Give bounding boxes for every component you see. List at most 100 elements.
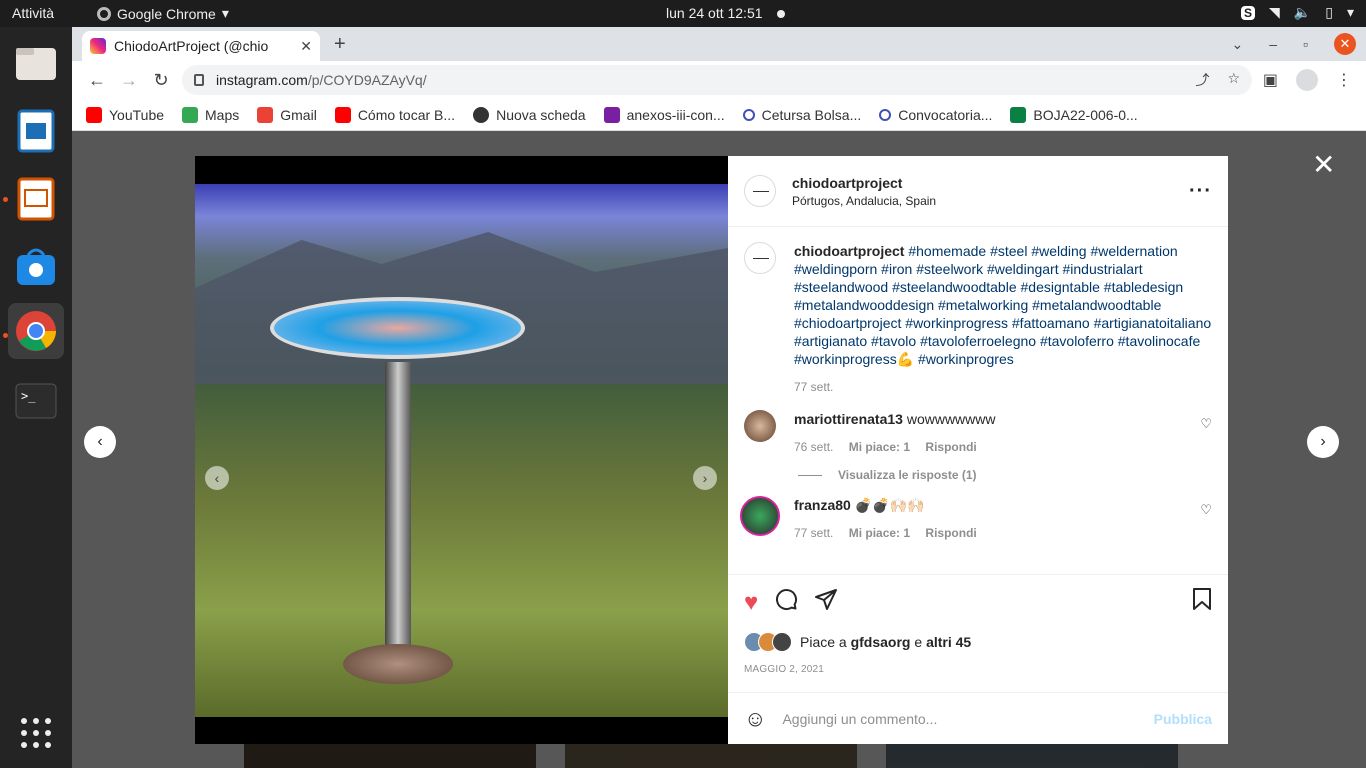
chrome-menu-icon[interactable]: ⋮	[1336, 70, 1352, 90]
terminal-icon[interactable]: >_	[8, 373, 64, 429]
bookmarks-bar: YouTube Maps Gmail Cómo tocar B... Nuova…	[72, 99, 1366, 131]
bookmark-label: Cómo tocar B...	[357, 106, 456, 123]
chrome-dock-icon[interactable]	[8, 303, 64, 359]
clock-text: lun 24 ott 12:51	[666, 5, 763, 21]
junta-andalucia-icon	[1010, 106, 1027, 123]
carousel-next-icon[interactable]: ›	[693, 466, 717, 490]
lock-icon[interactable]	[194, 74, 204, 86]
bookmark-star-icon[interactable]: ☆	[1227, 70, 1240, 90]
show-apps-grid-icon[interactable]	[8, 705, 64, 761]
like-heart-icon[interactable]: ♥	[744, 589, 758, 617]
system-tray[interactable]: S ◥ 🔈 ▯ ▾	[1241, 4, 1354, 21]
share-paper-plane-icon[interactable]	[814, 587, 838, 618]
likes-mid: e	[910, 634, 927, 650]
minimize-button[interactable]: –	[1269, 36, 1277, 52]
close-modal-icon[interactable]: ✕	[1312, 148, 1335, 181]
back-button[interactable]: ←	[82, 65, 112, 95]
comment-username[interactable]: franza80	[794, 497, 851, 513]
gmail-icon	[257, 106, 274, 123]
post-media: ‹ ›	[195, 156, 728, 744]
tab-title: ChiodoArtProject (@chio	[114, 38, 269, 54]
comment-username[interactable]: mariottirenata13	[794, 411, 903, 427]
emoji-picker-icon[interactable]: ☺	[744, 706, 766, 732]
caption-hashtags[interactable]: #homemade #steel #welding #weldernation …	[794, 243, 1211, 367]
carousel-prev-icon[interactable]: ‹	[205, 466, 229, 490]
caret-down-icon: ▾	[221, 5, 229, 21]
close-window-button[interactable]: ✕	[1334, 33, 1356, 55]
bookmark-youtube[interactable]: YouTube	[86, 106, 164, 123]
bookmark-gmail[interactable]: Gmail	[257, 106, 317, 123]
likes-prefix: Piace a	[800, 634, 851, 650]
bookmark-nuova-scheda[interactable]: Nuova scheda	[473, 106, 586, 123]
libreoffice-impress-icon[interactable]	[8, 171, 64, 227]
dock: >_	[0, 27, 72, 768]
youtube-icon	[86, 106, 102, 123]
previous-post-button[interactable]: ‹	[84, 426, 116, 458]
share-icon[interactable]: ⤴	[1195, 70, 1209, 90]
comment-age[interactable]: 77 sett.	[794, 526, 833, 540]
commenter-avatar-story[interactable]	[740, 496, 780, 536]
app-menu[interactable]: Google Chrome ▾	[97, 5, 229, 22]
forward-button[interactable]: →	[114, 65, 144, 95]
reply-button[interactable]: Rispondi	[925, 526, 976, 540]
bookmark-anexos[interactable]: anexos-iii-con...	[603, 106, 725, 123]
reply-button[interactable]: Rispondi	[925, 440, 976, 454]
comment-bubble-icon[interactable]	[774, 587, 798, 618]
youtube-icon	[334, 106, 351, 123]
like-comment-heart-icon[interactable]: ♡	[1200, 416, 1212, 432]
view-replies-button[interactable]: Visualizza le risposte (1)	[798, 468, 1212, 482]
more-options-icon[interactable]: ···	[1189, 180, 1212, 203]
bookmark-boja[interactable]: BOJA22-006-0...	[1010, 106, 1138, 123]
tab-close-icon[interactable]: ✕	[300, 38, 312, 55]
clock[interactable]: lun 24 ott 12:51	[666, 5, 785, 21]
liker-username[interactable]: gfdsaorg	[851, 634, 911, 650]
tab-instagram[interactable]: ChiodoArtProject (@chio ✕	[82, 31, 320, 61]
tab-search-icon[interactable]: ⌄	[1232, 36, 1244, 53]
bookmark-como-tocar[interactable]: Cómo tocar B...	[334, 106, 456, 123]
skype-icon[interactable]: S	[1241, 5, 1256, 20]
power-menu-icon[interactable]: ▾	[1347, 4, 1354, 21]
side-panel-icon[interactable]: ▣	[1263, 70, 1278, 90]
comment-age[interactable]: 76 sett.	[794, 440, 833, 454]
author-avatar[interactable]	[744, 175, 776, 207]
activities-button[interactable]: Attività	[12, 5, 54, 21]
bookmark-label: Convocatoria...	[898, 106, 993, 123]
author-username[interactable]: chiodoartproject	[792, 175, 936, 191]
battery-icon[interactable]: ▯	[1325, 4, 1333, 21]
likes-others[interactable]: altri 45	[926, 634, 971, 650]
bookmark-convocatoria[interactable]: Convocatoria...	[879, 107, 992, 123]
libreoffice-writer-icon[interactable]	[8, 103, 64, 159]
bookmark-maps[interactable]: Maps	[182, 106, 239, 123]
caption-avatar[interactable]	[744, 242, 776, 274]
maps-icon	[182, 106, 199, 123]
address-bar[interactable]: instagram.com/p/COYD9AZAyVq/ ⤴ ☆	[182, 65, 1252, 95]
wifi-icon[interactable]: ◥	[1269, 4, 1280, 21]
reload-button[interactable]: ↻	[146, 65, 176, 95]
next-post-button[interactable]: ›	[1307, 426, 1339, 458]
add-comment-bar: ☺ Pubblica	[728, 692, 1228, 744]
like-comment-heart-icon[interactable]: ♡	[1200, 502, 1212, 518]
comment-text: 💣💣🙌🏻🙌🏻	[854, 497, 925, 513]
software-store-icon[interactable]	[8, 239, 64, 295]
caption-username[interactable]: chiodoartproject	[794, 243, 904, 259]
caption-age: 77 sett.	[794, 380, 834, 394]
post-location[interactable]: Pórtugos, Andalucia, Spain	[792, 194, 936, 208]
bookmark-cetursa[interactable]: Cetursa Bolsa...	[742, 107, 861, 123]
liker-avatars[interactable]	[744, 632, 792, 652]
url-host: instagram.com	[216, 72, 308, 88]
comment-input[interactable]	[782, 710, 1154, 727]
comment-likes[interactable]: Mi piace: 1	[849, 526, 910, 540]
comment-likes[interactable]: Mi piace: 1	[849, 440, 910, 454]
circle-icon	[879, 108, 892, 121]
save-bookmark-icon[interactable]	[1192, 587, 1212, 618]
comment-item: mariottirenata13 wowwwwwww 76 sett. Mi p…	[744, 410, 1212, 456]
publish-button[interactable]: Pubblica	[1154, 711, 1212, 727]
profile-avatar-icon[interactable]	[1296, 69, 1318, 91]
volume-icon[interactable]: 🔈	[1294, 4, 1311, 21]
maximize-button[interactable]: ▫	[1303, 36, 1308, 52]
new-tab-button[interactable]: +	[334, 33, 346, 56]
post-photo[interactable]: ‹ ›	[195, 184, 728, 717]
commenter-avatar[interactable]	[744, 410, 776, 442]
files-app-icon[interactable]	[8, 35, 64, 91]
post-date[interactable]: MAGGIO 2, 2021	[744, 664, 1212, 675]
